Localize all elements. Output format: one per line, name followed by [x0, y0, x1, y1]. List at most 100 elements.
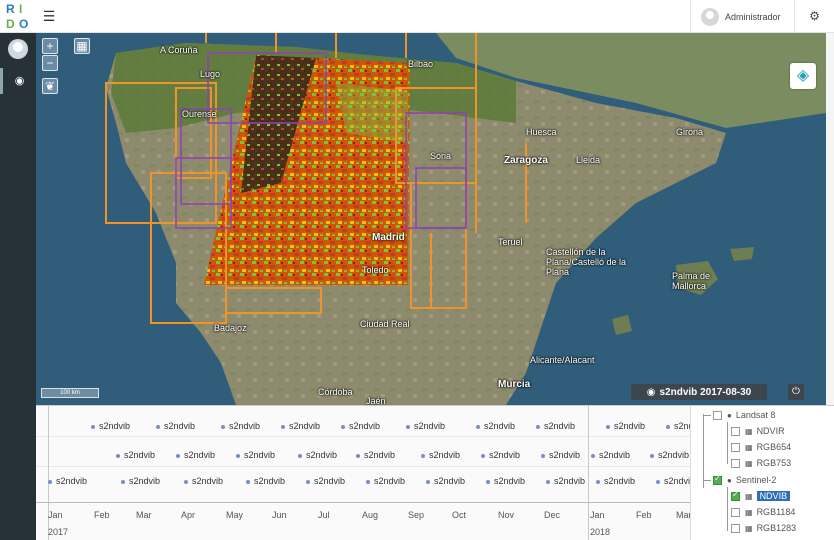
- tree-group-landsat8[interactable]: ● Landsat 8: [713, 408, 775, 422]
- timeline-item[interactable]: s2ndvib: [298, 450, 337, 460]
- timeline-item[interactable]: s2ndvib: [116, 450, 155, 460]
- globe-icon: ●: [727, 410, 732, 420]
- timeline-item[interactable]: s2ndvib: [541, 450, 580, 460]
- settings-gear-icon[interactable]: ⚙: [794, 0, 834, 33]
- timeline-item[interactable]: s2ndvib: [176, 450, 215, 460]
- timeline-item[interactable]: s2ndvib: [650, 450, 689, 460]
- ndvib-checkbox[interactable]: [731, 490, 740, 501]
- zoom-out-button[interactable]: −: [42, 55, 58, 71]
- timeline-month: Mar: [136, 510, 152, 520]
- globe-icon[interactable]: ◉: [0, 68, 36, 94]
- timeline-item[interactable]: s2ndvib: [606, 421, 645, 431]
- calendar-icon[interactable]: ▦: [74, 38, 90, 54]
- app-root: R I D O ☰ Administrador ⚙ ◉ A Coruña Lug…: [0, 0, 834, 540]
- timeline-item[interactable]: s2ndvib: [406, 421, 445, 431]
- timeline-item[interactable]: s2ndvib: [421, 450, 460, 460]
- tree-item-ndvir[interactable]: ▦ NDVIR: [731, 424, 785, 438]
- sidebar-avatar-icon[interactable]: [8, 39, 28, 59]
- timeline-month: Jan: [48, 510, 63, 520]
- calendar-icon: ▦: [745, 507, 753, 517]
- place-label: Castellón de la Plana/Castelló de la Pla…: [546, 247, 627, 277]
- timeline-item[interactable]: s2ndvib: [481, 450, 520, 460]
- tree-item-ndvib[interactable]: ▦ NDVIB: [731, 489, 791, 503]
- timeline-month: Jan: [590, 510, 605, 520]
- timeline-item[interactable]: s2ndvib: [356, 450, 395, 460]
- place-label: Palma de Mallorca: [672, 271, 711, 291]
- timeline-item[interactable]: s2ndvib: [121, 476, 160, 486]
- tree-group-label: Landsat 8: [735, 410, 776, 420]
- place-label: Huesca: [526, 127, 557, 137]
- leaf-icon[interactable]: ❦: [42, 78, 58, 94]
- timeline-month: Oct: [452, 510, 467, 520]
- place-label: Badajoz: [214, 323, 247, 333]
- tree-group-sentinel2[interactable]: ● Sentinel-2: [713, 473, 776, 487]
- map-edge-strip: [826, 33, 834, 405]
- timeline-item[interactable]: s2ndvib: [156, 421, 195, 431]
- top-bar: R I D O ☰ Administrador ⚙: [0, 0, 834, 33]
- place-label: Teruel: [498, 237, 523, 247]
- logo-letter-d: D: [6, 17, 15, 31]
- timeline-month: Jul: [318, 510, 330, 520]
- timeline-month: Apr: [181, 510, 196, 520]
- timeline-item[interactable]: s2ndvib: [341, 421, 380, 431]
- tree-item-rgb1283[interactable]: ▦ RGB1283: [731, 521, 796, 535]
- power-icon[interactable]: ⏻: [788, 384, 804, 400]
- timeline-item[interactable]: s2ndvib: [426, 476, 465, 486]
- place-label: Córdoba: [318, 387, 353, 397]
- timeline-item[interactable]: s2ndvib: [536, 421, 575, 431]
- timeline-item[interactable]: s2ndvib: [221, 421, 260, 431]
- tree-item-label: RGB654: [756, 442, 792, 452]
- timeline-item[interactable]: s2ndvib: [656, 476, 690, 486]
- map-canvas: [36, 33, 826, 405]
- eye-icon: ◉: [646, 386, 656, 398]
- timeline-item[interactable]: s2ndvib: [666, 421, 690, 431]
- timeline-item[interactable]: s2ndvib: [48, 476, 87, 486]
- rgb654-checkbox[interactable]: [731, 442, 740, 452]
- rgb1283-checkbox[interactable]: [731, 523, 740, 533]
- rgb753-checkbox[interactable]: [731, 458, 740, 468]
- timeline-month: Sep: [408, 510, 425, 520]
- landsat8-checkbox[interactable]: [713, 410, 722, 420]
- timeline-item[interactable]: s2ndvib: [546, 476, 585, 486]
- place-label: Ourense: [182, 109, 217, 119]
- place-label: Jaén: [366, 396, 386, 405]
- timeline-item[interactable]: s2ndvib: [281, 421, 320, 431]
- place-label: Toledo: [362, 265, 389, 275]
- timeline-month: Mar: [676, 510, 690, 520]
- timeline-item[interactable]: s2ndvib: [306, 476, 345, 486]
- tree-item-label: NDVIR: [756, 426, 785, 436]
- timeline-item[interactable]: s2ndvib: [236, 450, 275, 460]
- timeline-item[interactable]: s2ndvib: [596, 476, 635, 486]
- ndvir-checkbox[interactable]: [731, 426, 740, 436]
- layers-icon[interactable]: ◈: [790, 63, 816, 89]
- timeline-month: Feb: [94, 510, 110, 520]
- timeline-item[interactable]: s2ndvib: [476, 421, 515, 431]
- hamburger-menu-icon[interactable]: ☰: [40, 8, 58, 24]
- sentinel2-checkbox[interactable]: [713, 474, 722, 485]
- logo-letter-i: I: [19, 2, 22, 16]
- place-label: A Coruña: [160, 45, 198, 55]
- user-name: Administrador: [725, 11, 781, 22]
- timeline-month: Jun: [272, 510, 287, 520]
- tree-item-label: RGB1283: [756, 523, 797, 533]
- user-menu[interactable]: Administrador: [690, 0, 790, 33]
- timeline-item[interactable]: s2ndvib: [91, 421, 130, 431]
- timeline-item[interactable]: s2ndvib: [246, 476, 285, 486]
- calendar-icon: ▦: [745, 426, 753, 436]
- timeline-item[interactable]: s2ndvib: [486, 476, 525, 486]
- timeline-year: 2017: [48, 527, 69, 537]
- timeline-item[interactable]: s2ndvib: [366, 476, 405, 486]
- map-view[interactable]: A Coruña Lugo Ourense Bilbao Huesca Giro…: [36, 33, 826, 405]
- rgb1184-checkbox[interactable]: [731, 507, 740, 517]
- timeline-item[interactable]: s2ndvib: [591, 450, 630, 460]
- tree-item-rgb1184[interactable]: ▦ RGB1184: [731, 505, 795, 519]
- tree-item-rgb654[interactable]: ▦ RGB654: [731, 440, 791, 454]
- place-label: Murcia: [498, 379, 531, 390]
- timeline-month: Aug: [362, 510, 379, 520]
- timeline-item[interactable]: s2ndvib: [184, 476, 223, 486]
- tree-item-label: NDVIB: [756, 491, 791, 501]
- zoom-in-button[interactable]: +: [42, 38, 58, 54]
- place-label: Madrid: [372, 232, 405, 243]
- tree-item-rgb753[interactable]: ▦ RGB753: [731, 456, 791, 470]
- active-layer-badge[interactable]: ◉ s2ndvib 2017-08-30: [631, 384, 767, 400]
